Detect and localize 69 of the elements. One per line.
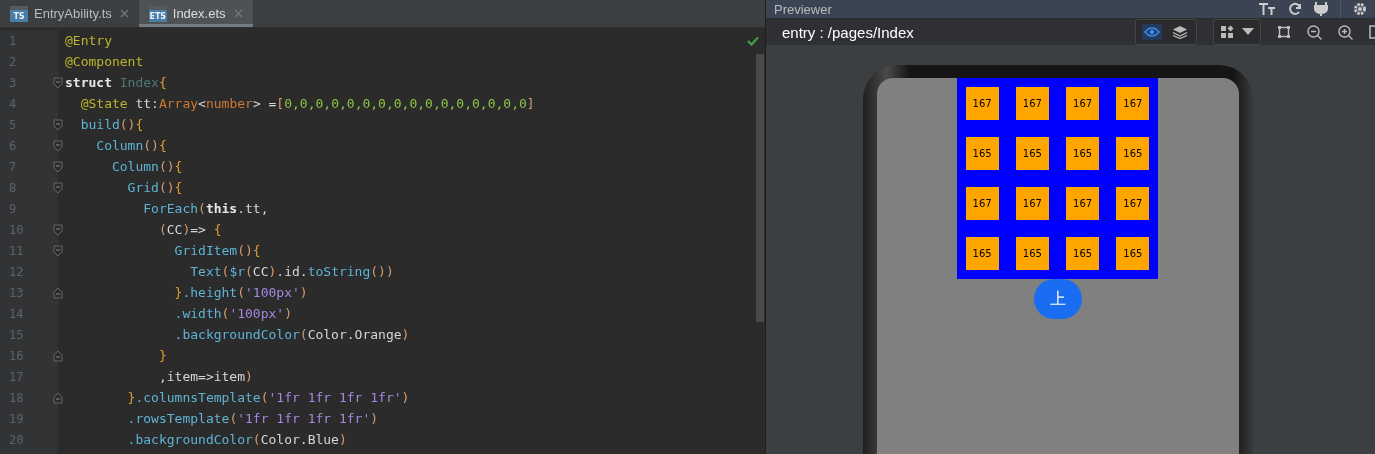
grid-item: 165 — [1066, 237, 1100, 271]
code-line: (CC)=> { — [157, 221, 222, 239]
fold-icon[interactable] — [53, 139, 63, 152]
code-line: }.height('100px') — [173, 284, 308, 302]
file-icon: ETS — [148, 5, 167, 22]
grid-item: 167 — [1066, 187, 1100, 221]
scrollbar[interactable] — [756, 54, 764, 322]
zoom-in-icon[interactable] — [1338, 24, 1353, 40]
code-line: Text($r(CC).id.toString()) — [189, 263, 394, 281]
grid-item: 165 — [965, 136, 999, 170]
code-line: }.columnsTemplate('1fr 1fr 1fr 1fr') — [126, 389, 410, 407]
code-line: ,item=>item) — [157, 368, 253, 386]
code-line: @State tt:Array<number> =[0,0,0,0,0,0,0,0,0,0,0,0,0,0,0,0] — [79, 95, 535, 113]
fold-icon[interactable] — [53, 181, 63, 194]
code-line: Column(){ — [95, 137, 167, 155]
file-tab[interactable]: ETS Index.ets — [138, 0, 253, 27]
tab-label: EntryAbility.ts — [34, 6, 112, 21]
fold-icon[interactable] — [53, 223, 63, 236]
font-size-icon[interactable] — [1258, 2, 1276, 16]
code-line: .backgroundColor(Color.Blue) — [126, 431, 347, 449]
grid-item: 167 — [1116, 86, 1150, 120]
fold-icon[interactable] — [53, 244, 63, 257]
frame-icon[interactable] — [1277, 25, 1291, 39]
code-line: .width('100px') — [173, 305, 292, 323]
settings-icon[interactable] — [1353, 2, 1367, 16]
components-icon[interactable] — [1220, 25, 1234, 39]
fold-icon[interactable] — [53, 391, 63, 404]
fold-icon[interactable] — [53, 349, 63, 362]
panel-title: Previewer — [774, 1, 832, 17]
grid-item: 167 — [1015, 187, 1049, 221]
grid-item: 165 — [965, 237, 999, 271]
code-line: build(){ — [79, 116, 144, 134]
code-line: @Entry — [65, 32, 112, 50]
code-line: .rowsTemplate('1fr 1fr 1fr 1fr') — [126, 410, 379, 428]
code-line: Column(){ — [110, 158, 183, 176]
code-line: struct Index{ — [65, 74, 167, 92]
grid-item: 167 — [1066, 86, 1100, 120]
code-line: ForEach(this.tt, — [142, 200, 269, 218]
up-button[interactable]: 上 — [1033, 279, 1082, 319]
page-path: entry : /pages/Index — [782, 23, 914, 41]
code-line: GridItem(){ — [173, 242, 261, 260]
plug-icon[interactable] — [1314, 1, 1328, 17]
check-icon — [747, 36, 759, 46]
grid-item: 167 — [1116, 187, 1150, 221]
layers-icon[interactable] — [1170, 23, 1190, 41]
grid-item: 165 — [1015, 237, 1049, 271]
grid-item: 167 — [1015, 86, 1049, 120]
code-line: Grid(){ — [126, 179, 183, 197]
grid-item: 165 — [1015, 136, 1049, 170]
eye-icon[interactable] — [1142, 24, 1162, 40]
grid-item: 165 — [1116, 237, 1150, 271]
fold-icon[interactable] — [53, 286, 63, 299]
code-line: .backgroundColor(Color.Orange) — [173, 326, 410, 344]
fold-icon[interactable] — [53, 160, 63, 173]
tab-label: Index.ets — [172, 6, 226, 21]
file-tab[interactable]: TS EntryAbility.ts — [0, 0, 139, 27]
grid-item: 165 — [1066, 136, 1100, 170]
fold-icon[interactable] — [53, 118, 63, 131]
grid-item: 165 — [1116, 136, 1150, 170]
grid-item: 167 — [965, 187, 999, 221]
grid-item: 167 — [965, 86, 999, 120]
code-line: } — [157, 347, 167, 365]
code-line: @Component — [65, 53, 144, 71]
refresh-icon[interactable] — [1288, 2, 1302, 16]
zoom-out-icon[interactable] — [1307, 24, 1322, 40]
file-icon: TS — [10, 5, 28, 22]
fold-icon[interactable] — [53, 76, 63, 89]
code-editor[interactable] — [0, 28, 765, 454]
dropdown-caret-icon[interactable] — [1242, 28, 1254, 36]
